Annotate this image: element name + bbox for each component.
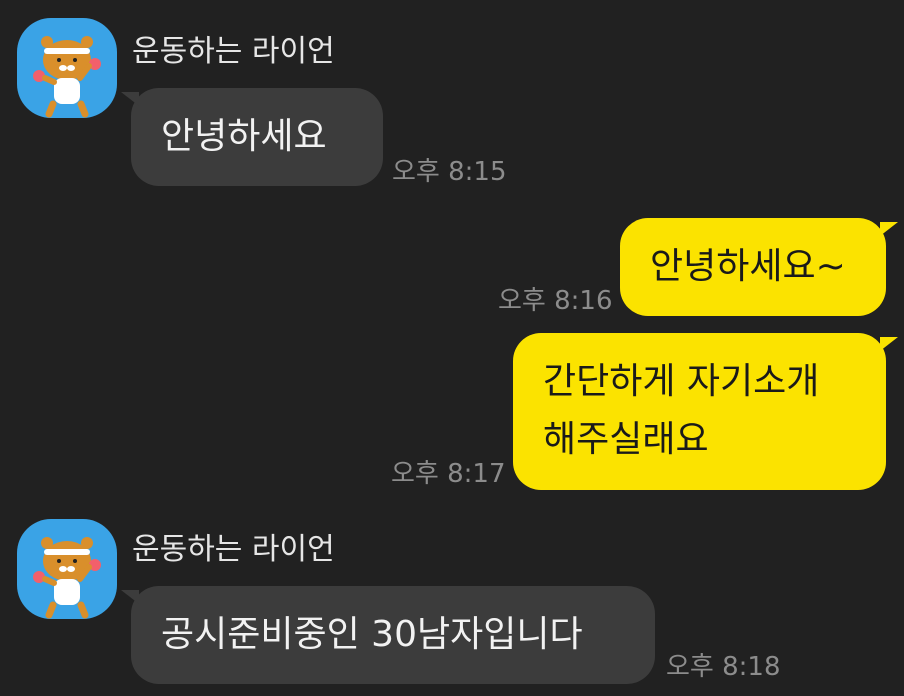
sender-name: 운동하는 라이언 — [132, 532, 335, 567]
sender-name: 운동하는 라이언 — [132, 34, 335, 69]
sender-avatar[interactable] — [17, 519, 117, 619]
message-timestamp: 오후 8:17 — [391, 459, 506, 489]
message-line: 간단하게 자기소개 — [543, 361, 820, 402]
message-line: 해주실래요 — [543, 419, 709, 460]
message-bubble-outgoing[interactable]: 안녕하세요~ — [620, 218, 898, 316]
message-bubble-outgoing[interactable]: 간단하게 자기소개 해주실래요 — [513, 333, 898, 490]
ryan-exercising-avatar-icon — [33, 36, 101, 118]
message-bubble-incoming[interactable]: 안녕하세요 — [121, 88, 383, 186]
sender-avatar[interactable] — [17, 18, 117, 118]
message-timestamp: 오후 8:16 — [498, 286, 613, 316]
ryan-exercising-avatar-icon — [33, 537, 101, 619]
message-timestamp: 오후 8:15 — [392, 157, 507, 187]
message-bubble-incoming[interactable]: 공시준비중인 30남자입니다 — [121, 586, 655, 684]
message-timestamp: 오후 8:18 — [666, 652, 781, 682]
